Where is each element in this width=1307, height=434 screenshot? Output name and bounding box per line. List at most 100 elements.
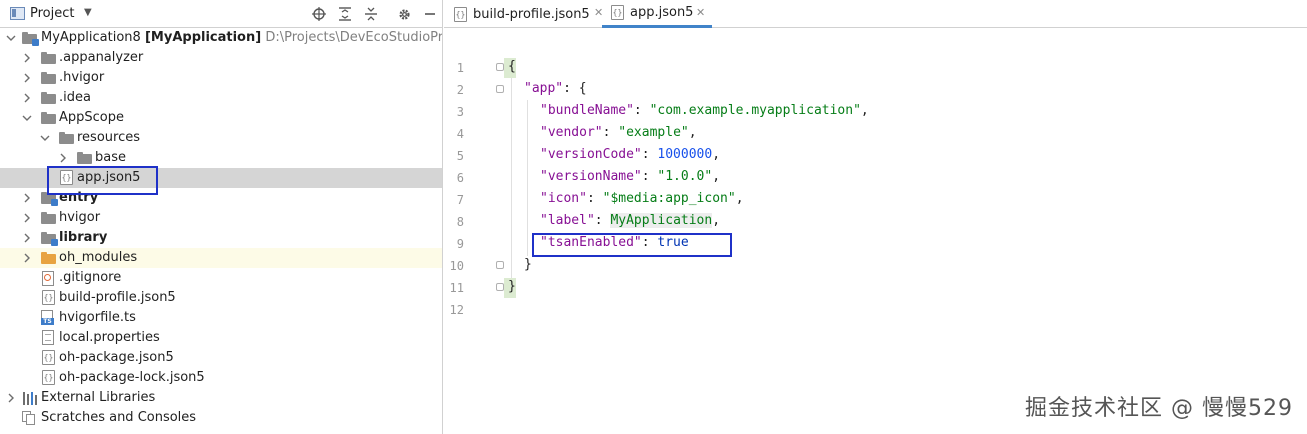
hide-panel-icon[interactable] <box>421 5 439 23</box>
typescript-file-icon: TS <box>41 310 55 325</box>
fold-marker-icon[interactable] <box>496 85 504 93</box>
code-token-punct: , <box>712 169 721 184</box>
tree-item-oh-package-json5[interactable]: {} oh-package.json5 <box>0 348 442 368</box>
tree-item-label: resources <box>77 130 141 145</box>
json-file-icon: {} <box>42 370 55 385</box>
libraries-icon <box>23 392 37 405</box>
code-token-string: "$media:app_icon" <box>602 191 736 206</box>
tree-item-scratches-and-consoles[interactable]: Scratches and Consoles <box>0 408 442 428</box>
chevron-right-icon[interactable] <box>22 231 32 245</box>
json-file-icon: {} <box>611 5 624 20</box>
json-file-icon: {} <box>454 6 467 22</box>
line-number: 12 <box>449 303 464 317</box>
fold-marker-icon[interactable] <box>496 261 504 269</box>
chevron-down-icon[interactable]: ▼ <box>84 7 92 18</box>
tree-item-oh-package-lock-json5[interactable]: {} oh-package-lock.json5 <box>0 368 442 388</box>
tree-item-external-libraries[interactable]: External Libraries <box>0 388 442 408</box>
tree-item-label: Scratches and Consoles <box>41 410 197 425</box>
excluded-folder-icon <box>41 252 56 264</box>
module-folder-icon <box>41 232 58 246</box>
tree-item-label: External Libraries <box>41 390 156 405</box>
tree-item-label: build-profile.json5 <box>59 290 176 305</box>
code-token-punct: : { <box>563 81 587 96</box>
tree-item-appanalyzer[interactable]: .appanalyzer <box>0 48 442 68</box>
chevron-right-icon[interactable] <box>22 71 32 85</box>
chevron-down-icon[interactable] <box>22 111 32 125</box>
expand-all-icon[interactable] <box>336 5 354 23</box>
tree-item-library[interactable]: library <box>0 228 442 248</box>
tree-item-myapplication8[interactable]: MyApplication8 [MyApplication] D:\Projec… <box>0 28 443 48</box>
tree-item-idea[interactable]: .idea <box>0 88 442 108</box>
gear-icon[interactable] <box>395 5 413 23</box>
project-view-dropdown[interactable]: Project <box>30 6 74 21</box>
code-token-punct: : <box>602 125 619 140</box>
folder-icon <box>41 212 56 224</box>
chevron-right-icon[interactable] <box>22 211 32 225</box>
tree-item-oh-modules[interactable]: oh_modules <box>0 248 442 268</box>
tree-item-hvigor-hidden[interactable]: .hvigor <box>0 68 442 88</box>
project-header: Project ▼ <box>0 0 442 28</box>
indent-guide <box>527 100 528 256</box>
line-number: 4 <box>456 127 464 141</box>
fold-marker-icon[interactable] <box>496 63 504 71</box>
tree-item-label: base <box>95 150 126 165</box>
tree-item-resources[interactable]: resources <box>0 128 442 148</box>
code-token-brace: } <box>508 279 516 294</box>
tree-item-appscope[interactable]: AppScope <box>0 108 442 128</box>
chevron-right-icon[interactable] <box>22 51 32 65</box>
tab-app-json5[interactable]: {} app.json5 ✕ <box>602 0 712 28</box>
locate-icon[interactable] <box>310 5 328 23</box>
tree-item-label: hvigor <box>59 210 101 225</box>
chevron-right-icon[interactable] <box>22 191 32 205</box>
json-file-icon: {} <box>42 350 55 365</box>
chevron-right-icon[interactable] <box>22 251 32 265</box>
tree-item-path: D:\Projects\DevEcoStudioProjects\ <box>265 30 443 45</box>
collapse-all-icon[interactable] <box>362 5 380 23</box>
tree-item-label: oh-package.json5 <box>59 350 174 365</box>
folder-icon <box>77 152 92 164</box>
line-number: 1 <box>456 61 464 75</box>
module-folder-icon <box>22 32 39 46</box>
folder-icon <box>41 52 56 64</box>
tree-item-hvigorfile-ts[interactable]: TS hvigorfile.ts <box>0 308 442 328</box>
chevron-down-icon[interactable] <box>40 131 50 145</box>
code-token-key: "versionName" <box>540 169 642 184</box>
tree-item-label: .hvigor <box>59 70 105 85</box>
annotation-highlight-box <box>532 233 732 257</box>
code-token-punct: , <box>688 125 697 140</box>
code-token-key: "vendor" <box>540 125 603 140</box>
code-token-string: MyApplication <box>610 213 713 228</box>
tree-item-gitignore[interactable]: .gitignore <box>0 268 442 288</box>
tree-item-hvigor[interactable]: hvigor <box>0 208 442 228</box>
tree-item-label: library <box>59 230 108 245</box>
line-number: 9 <box>456 237 464 251</box>
project-view-icon <box>10 7 25 20</box>
tree-item-label: AppScope <box>59 110 124 125</box>
tree-item-build-profile-json5[interactable]: {} build-profile.json5 <box>0 288 442 308</box>
tree-item-label: MyApplication8 <box>41 30 141 45</box>
line-number: 2 <box>456 83 464 97</box>
fold-marker-icon[interactable] <box>496 283 504 291</box>
code-token-punct: : <box>641 147 658 162</box>
chevron-right-icon[interactable] <box>6 391 16 405</box>
folder-icon <box>41 112 56 124</box>
code-token-punct: : <box>633 103 650 118</box>
code-token-key: "bundleName" <box>540 103 634 118</box>
chevron-right-icon[interactable] <box>22 91 32 105</box>
close-icon[interactable]: ✕ <box>696 6 705 19</box>
folder-icon <box>59 132 74 144</box>
tree-item-base[interactable]: base <box>0 148 442 168</box>
scratches-icon <box>22 411 36 425</box>
code-token-string: "example" <box>618 125 689 140</box>
editor-tab-bar: {} build-profile.json5 ✕ {} app.json5 ✕ <box>444 0 1307 28</box>
tree-item-local-properties[interactable]: local.properties <box>0 328 442 348</box>
code-token-string: "com.example.myapplication" <box>649 103 861 118</box>
gitignore-file-icon <box>42 271 58 286</box>
code-token-punct: , <box>712 147 721 162</box>
code-token-brace: { <box>508 59 516 74</box>
chevron-down-icon[interactable] <box>6 31 16 45</box>
chevron-right-icon[interactable] <box>58 151 68 165</box>
folder-icon <box>41 92 56 104</box>
tab-build-profile-json5[interactable]: {} build-profile.json5 ✕ <box>454 0 603 28</box>
code-token-key: "versionCode" <box>540 147 642 162</box>
